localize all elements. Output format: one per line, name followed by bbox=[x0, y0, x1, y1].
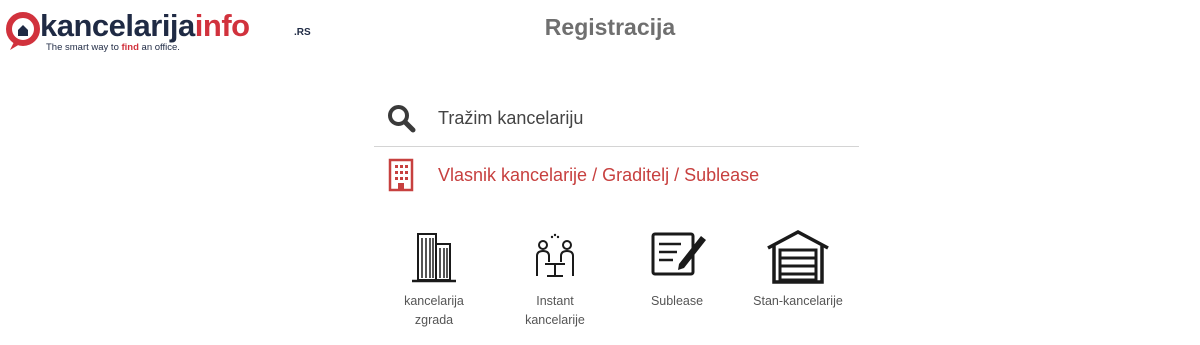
type-label: Sublease bbox=[617, 292, 737, 311]
search-icon bbox=[386, 103, 416, 133]
type-instant-offices[interactable]: Instant kancelarije bbox=[495, 226, 615, 330]
logo-tagline-pre: The smart way to bbox=[46, 42, 122, 53]
contract-sign-icon bbox=[651, 232, 706, 276]
option-office-owner[interactable]: Vlasnik kancelarije / Graditelj / Sublea… bbox=[374, 147, 859, 203]
logo-tagline-em: find bbox=[121, 42, 139, 53]
office-building-icon bbox=[412, 233, 456, 283]
type-label-line2: zgrada bbox=[414, 313, 454, 327]
logo-tagline: The smart way to find an office. bbox=[46, 42, 180, 53]
coworking-icon bbox=[536, 233, 574, 277]
page-title: Registracija bbox=[544, 14, 676, 40]
logo-tagline-post: an office. bbox=[138, 42, 180, 53]
type-label-line1: Instant bbox=[536, 294, 574, 308]
type-apartment-offices[interactable]: Stan-kancelarije bbox=[738, 226, 858, 311]
garage-icon bbox=[767, 230, 829, 284]
option-looking-for-office[interactable]: Tražim kancelariju bbox=[374, 90, 859, 147]
option-label: Vlasnik kancelarije / Graditelj / Sublea… bbox=[438, 164, 760, 185]
option-label: Tražim kancelariju bbox=[438, 107, 584, 128]
type-office-building[interactable]: kancelarija zgrada bbox=[374, 226, 494, 330]
type-label: Stan-kancelarije bbox=[738, 292, 858, 311]
type-label: kancelarija zgrada bbox=[374, 292, 494, 330]
type-label-line1: Stan-kancelarije bbox=[753, 294, 843, 308]
type-label-line2: kancelarije bbox=[525, 313, 585, 327]
building-icon bbox=[386, 158, 416, 192]
type-label: Instant kancelarije bbox=[495, 292, 615, 330]
type-sublease[interactable]: Sublease bbox=[617, 226, 737, 311]
type-label-line1: Sublease bbox=[650, 294, 704, 308]
type-label-line1: kancelarija bbox=[404, 294, 464, 308]
